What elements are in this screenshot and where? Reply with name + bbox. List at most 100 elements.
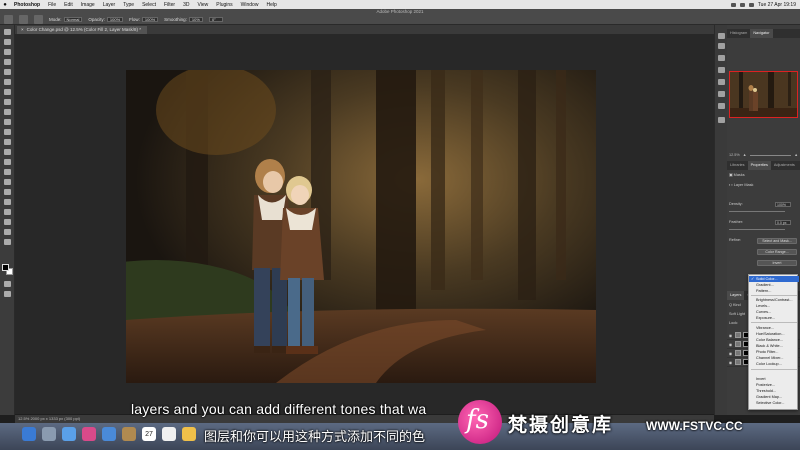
blur-tool-icon[interactable] — [4, 159, 11, 165]
menu-item-selective-color[interactable]: Selective Color... — [749, 400, 799, 406]
menu-filter[interactable]: Filter — [160, 2, 179, 8]
menu-type[interactable]: Type — [119, 2, 138, 8]
canvas-area[interactable] — [15, 34, 714, 414]
zoom-tool-icon[interactable] — [4, 229, 11, 235]
density-field[interactable]: 100% — [775, 202, 791, 207]
safari-icon[interactable] — [62, 427, 76, 441]
history-brush-tool-icon[interactable] — [4, 129, 11, 135]
close-icon[interactable]: × — [21, 27, 24, 32]
pen-tool-icon[interactable] — [4, 179, 11, 185]
menu-plugins[interactable]: Plugins — [212, 2, 236, 8]
eraser-tool-icon[interactable] — [4, 139, 11, 145]
battery-icon[interactable] — [739, 2, 745, 7]
navigator-zoom-value[interactable]: 12.5% — [729, 153, 740, 157]
menu-file[interactable]: File — [44, 2, 60, 8]
color-range-button[interactable]: Color Range... — [757, 249, 797, 255]
hand-tool-icon[interactable] — [4, 219, 11, 225]
menu-view[interactable]: View — [194, 2, 213, 8]
clone-stamp-tool-icon[interactable] — [4, 119, 11, 125]
forest-children-photo[interactable] — [126, 70, 596, 383]
layer-kind-filter[interactable]: Q Kind — [729, 303, 741, 307]
rectangle-tool-icon[interactable] — [4, 209, 11, 215]
menu-item-color-lookup[interactable]: Color Lookup... — [749, 361, 799, 367]
zoom-in-icon[interactable]: ▲ — [794, 153, 798, 157]
menu-3d[interactable]: 3D — [179, 2, 193, 8]
zoom-out-icon[interactable]: ▲ — [743, 153, 747, 157]
menu-select[interactable]: Select — [138, 2, 160, 8]
more-tools-icon[interactable] — [4, 239, 11, 245]
calendar-icon[interactable]: 27 — [142, 427, 156, 441]
menu-window[interactable]: Window — [237, 2, 263, 8]
document-tab[interactable]: × Color Change.psd @ 12.5% (Color Fill 2,… — [17, 26, 148, 34]
angle-field[interactable]: 0° — [208, 17, 223, 22]
wifi-icon[interactable] — [730, 2, 736, 7]
eyedropper-tool-icon[interactable] — [4, 89, 11, 95]
menubar-clock[interactable]: Tue 27 Apr 19:19 — [758, 2, 796, 8]
tab-libraries[interactable]: Libraries — [727, 161, 748, 170]
screen-mode-icon[interactable] — [4, 291, 11, 297]
reminders-icon[interactable] — [162, 427, 176, 441]
select-and-mask-button[interactable]: Select and Mask... — [757, 238, 797, 244]
blend-mode-select[interactable]: Soft Light — [729, 312, 745, 316]
feather-field[interactable]: 0.0 px — [775, 220, 791, 225]
apple-menu-icon[interactable]: ● — [0, 2, 10, 8]
density-slider[interactable] — [729, 211, 785, 212]
opacity-field[interactable]: 100% — [106, 17, 124, 22]
dodge-tool-icon[interactable] — [4, 169, 11, 175]
crop-tool-icon[interactable] — [4, 69, 11, 75]
healing-brush-tool-icon[interactable] — [4, 99, 11, 105]
flow-field[interactable]: 100% — [141, 17, 159, 22]
marquee-tool-icon[interactable] — [4, 39, 11, 45]
invert-button[interactable]: Invert — [757, 260, 797, 266]
character-panel-icon[interactable] — [718, 79, 725, 85]
menu-edit[interactable]: Edit — [60, 2, 77, 8]
home-icon[interactable] — [4, 15, 13, 24]
search-icon[interactable] — [748, 2, 754, 7]
smoothing-field[interactable]: 10% — [188, 17, 203, 22]
mail-icon[interactable] — [102, 427, 116, 441]
menu-help[interactable]: Help — [262, 2, 280, 8]
contacts-icon[interactable] — [122, 427, 136, 441]
brush-tool-icon[interactable] — [4, 109, 11, 115]
brush-settings-icon[interactable] — [34, 15, 43, 24]
foreground-color-swatch[interactable] — [2, 264, 9, 271]
visibility-eye-icon[interactable]: ◉ — [728, 351, 733, 356]
quick-mask-icon[interactable] — [4, 281, 11, 287]
visibility-eye-icon[interactable]: ◉ — [728, 360, 733, 365]
history-panel-icon[interactable] — [718, 33, 725, 39]
properties-panel-icon[interactable] — [718, 117, 725, 123]
photos-icon[interactable] — [82, 427, 96, 441]
paragraph-panel-icon[interactable] — [718, 91, 725, 97]
quick-select-tool-icon[interactable] — [4, 59, 11, 65]
zoom-slider[interactable] — [749, 154, 792, 156]
tab-histogram[interactable]: Histogram — [727, 29, 750, 38]
frame-tool-icon[interactable] — [4, 79, 11, 85]
tab-properties[interactable]: Properties — [747, 161, 771, 170]
info-panel-icon[interactable] — [718, 43, 725, 49]
move-tool-icon[interactable] — [4, 29, 11, 35]
menu-layer[interactable]: Layer — [99, 2, 120, 8]
finder-icon[interactable] — [22, 427, 36, 441]
brush-tool-preset-icon[interactable] — [19, 15, 28, 24]
clone-source-icon[interactable] — [718, 67, 725, 73]
visibility-eye-icon[interactable]: ◉ — [728, 342, 733, 347]
gradient-tool-icon[interactable] — [4, 149, 11, 155]
mode-select[interactable]: Normal — [63, 17, 83, 22]
type-tool-icon[interactable] — [4, 189, 11, 195]
visibility-eye-icon[interactable]: ◉ — [728, 333, 733, 338]
tab-layers[interactable]: Layers — [727, 291, 745, 300]
lasso-tool-icon[interactable] — [4, 49, 11, 55]
menu-item-pattern[interactable]: Pattern... — [749, 288, 799, 294]
tab-navigator[interactable]: Navigator — [750, 29, 773, 38]
notes-icon[interactable] — [182, 427, 196, 441]
menu-app-photoshop[interactable]: Photoshop — [10, 2, 44, 8]
menu-image[interactable]: Image — [77, 2, 99, 8]
navigator-thumbnail[interactable] — [729, 71, 798, 118]
tab-adjustments[interactable]: Adjustments — [771, 161, 798, 170]
brush-panel-icon[interactable] — [718, 55, 725, 61]
launchpad-icon[interactable] — [42, 427, 56, 441]
path-selection-tool-icon[interactable] — [4, 199, 11, 205]
menu-item-exposure[interactable]: Exposure... — [749, 315, 799, 321]
glyphs-panel-icon[interactable] — [718, 103, 725, 109]
feather-slider[interactable] — [729, 229, 785, 230]
